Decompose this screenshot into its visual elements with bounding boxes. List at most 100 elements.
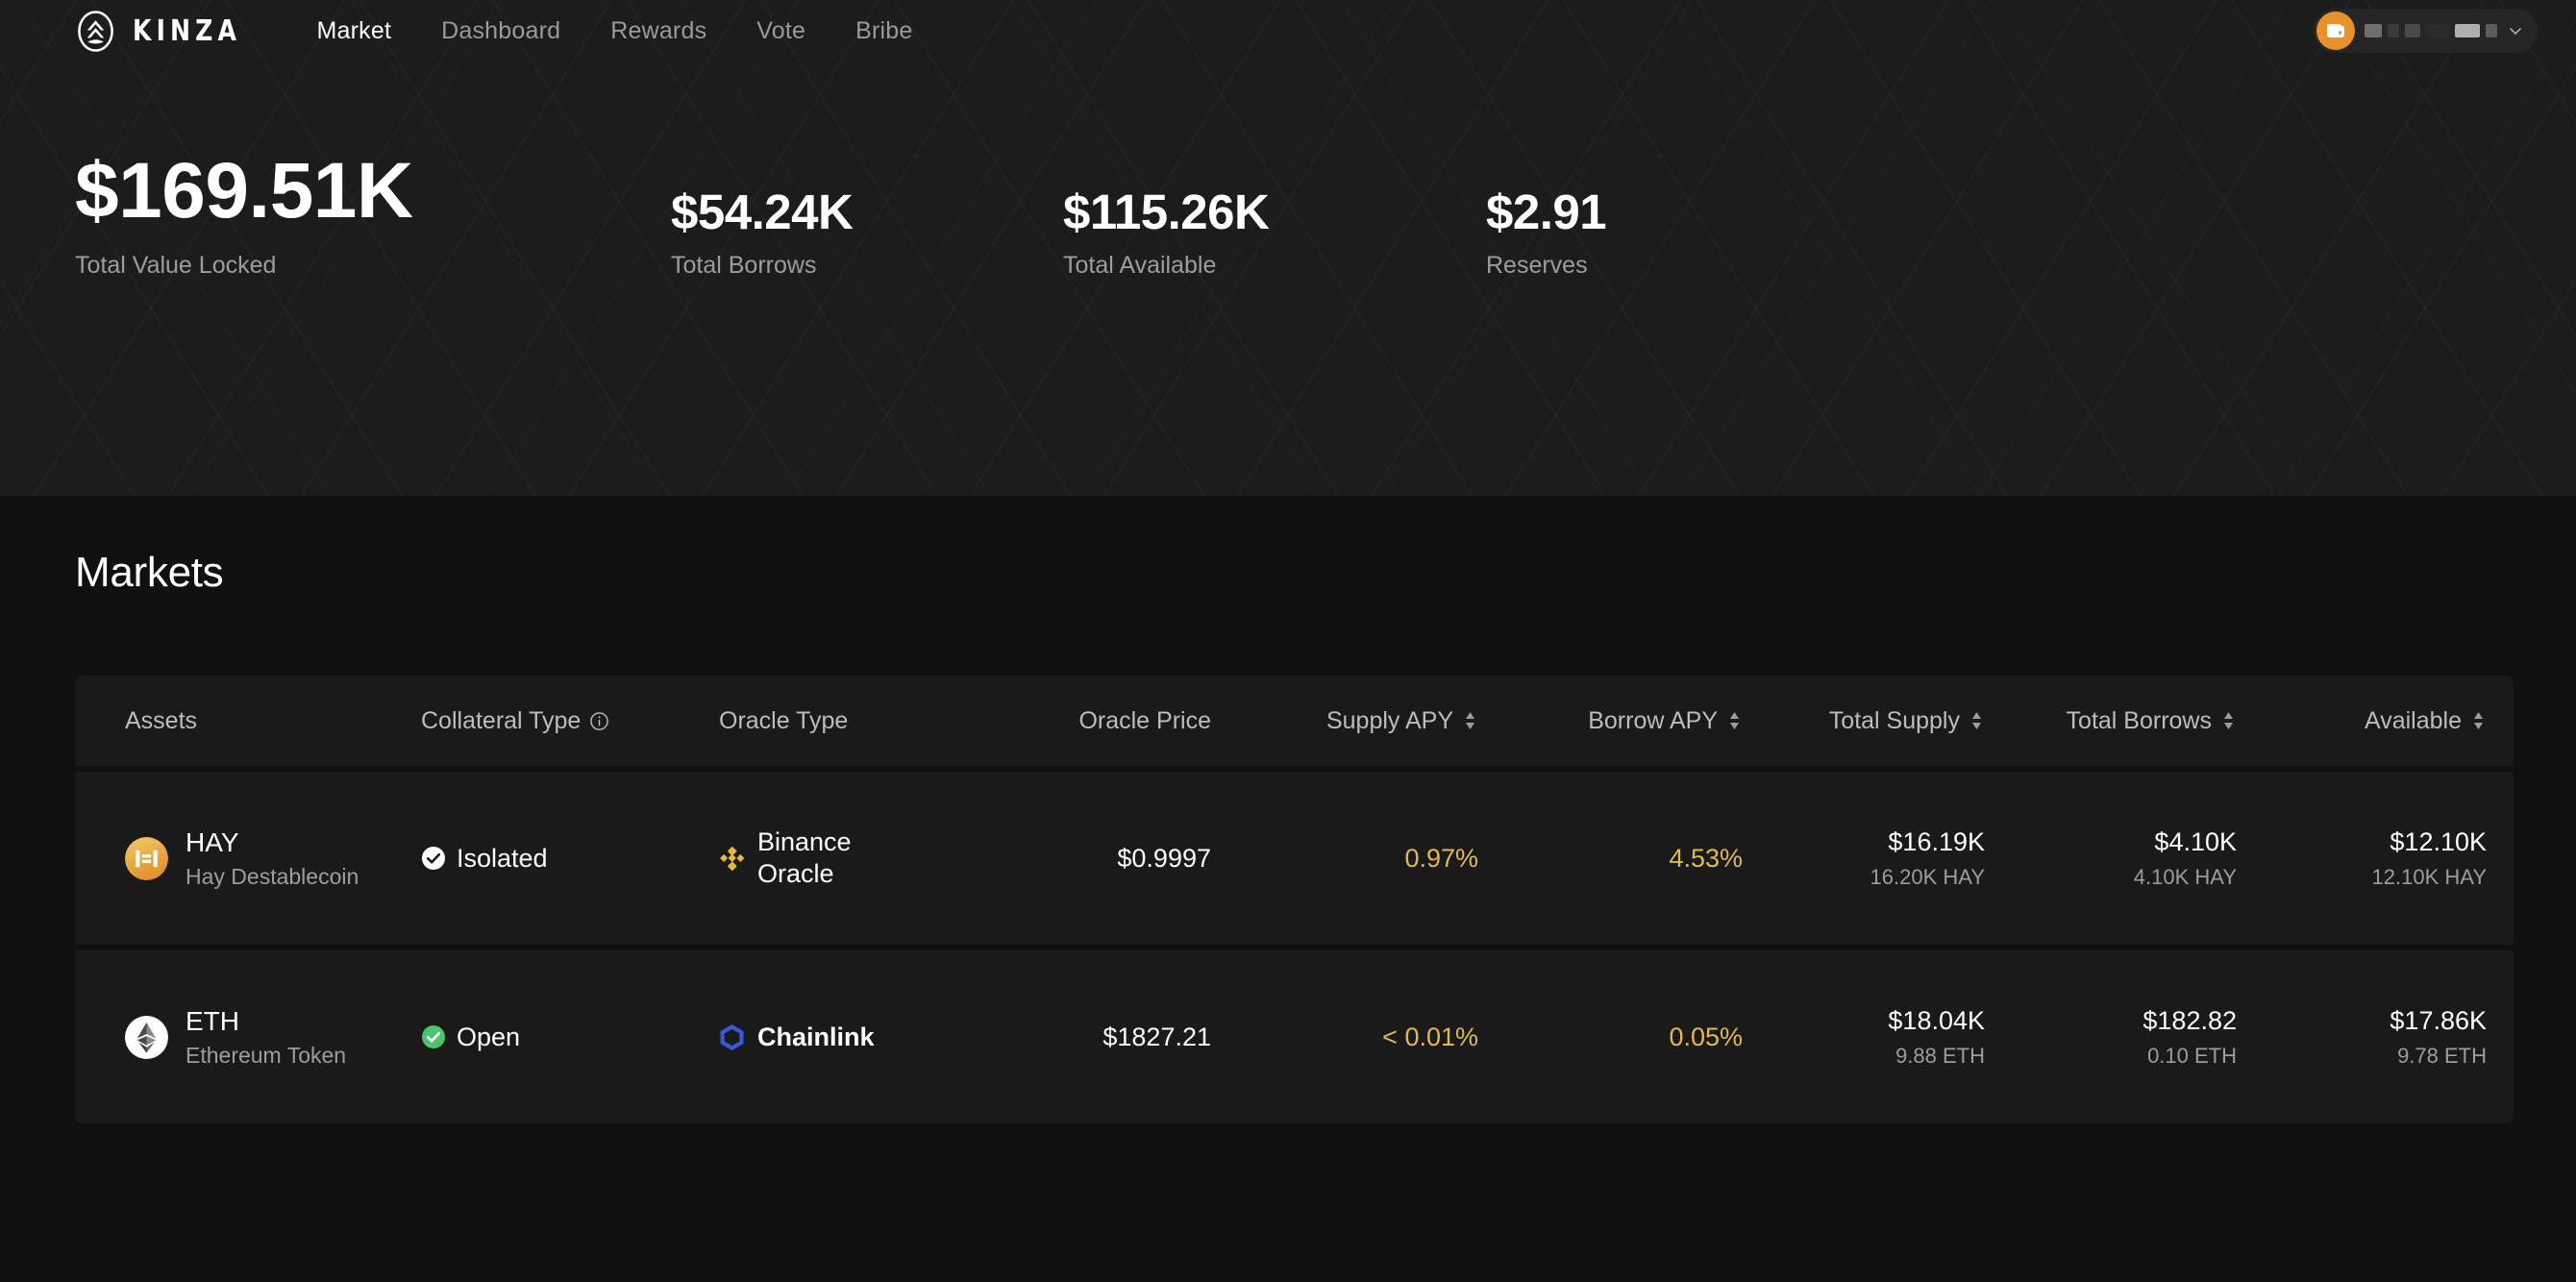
table-header-row: Assets Collateral Type Oracle Type Oracl… (75, 676, 2514, 766)
cell-asset: HAY Hay Destablecoin (75, 827, 421, 890)
column-label: Oracle Price (1078, 707, 1211, 735)
chainlink-icon (719, 1024, 745, 1050)
stat-value: $115.26K (1063, 187, 1486, 236)
cell-supply-apy: 0.97% (1238, 844, 1507, 874)
total-supply-usd: $16.19K (1888, 827, 1985, 857)
borrow-apy-value: 0.05% (1669, 1023, 1743, 1052)
stat-reserves: $2.91 Reserves (1486, 187, 1606, 280)
asset: ETH Ethereum Token (125, 1006, 346, 1069)
cell-total-supply: $16.19K 16.20K HAY (1771, 827, 2012, 890)
column-header-supply-apy[interactable]: Supply APY (1238, 707, 1507, 735)
nav-links: Market Dashboard Rewards Vote Bribe (317, 17, 913, 45)
cell-total-supply: $18.04K 9.88 ETH (1771, 1006, 2012, 1069)
column-header-assets: Assets (75, 707, 421, 735)
column-header-available[interactable]: Available (2264, 707, 2514, 735)
nav-link-vote[interactable]: Vote (756, 17, 805, 45)
status-badge: Isolated (421, 844, 548, 874)
info-icon[interactable] (589, 711, 609, 731)
stat-label: Total Value Locked (75, 252, 671, 280)
stat-total-value-locked: $169.51K Total Value Locked (75, 152, 671, 280)
available-native: 12.10K HAY (2372, 865, 2487, 890)
eth-coin-icon (125, 1016, 168, 1059)
total-borrows-native: 0.10 ETH (2147, 1044, 2237, 1069)
nav-link-market[interactable]: Market (317, 17, 392, 45)
column-header-collateral-type: Collateral Type (421, 707, 719, 735)
asset-symbol: HAY (186, 827, 359, 858)
nav-link-rewards[interactable]: Rewards (610, 17, 706, 45)
cell-collateral-type: Open (421, 1023, 719, 1052)
sort-icon[interactable] (2470, 710, 2487, 731)
nav-link-bribe[interactable]: Bribe (855, 17, 912, 45)
total-borrows-usd: $182.82 (2143, 1006, 2237, 1036)
oracle-price-value: $0.9997 (1117, 844, 1211, 874)
column-label: Borrow APY (1588, 707, 1718, 735)
total-borrows-native: 4.10K HAY (2134, 865, 2237, 890)
stat-total-borrows: $54.24K Total Borrows (671, 187, 1063, 280)
stat-value: $54.24K (671, 187, 1063, 236)
borrow-apy-value: 4.53% (1669, 844, 1743, 874)
column-label: Supply APY (1326, 707, 1453, 735)
available-usd: $12.10K (2390, 827, 2487, 857)
kinza-logo-icon (75, 11, 116, 52)
asset-name: Hay Destablecoin (186, 864, 359, 890)
brand-name: KINZA (133, 14, 241, 48)
stat-total-available: $115.26K Total Available (1063, 187, 1486, 280)
wallet-button[interactable] (2314, 9, 2538, 53)
top-navbar: KINZA Market Dashboard Rewards Vote Brib… (0, 0, 2576, 62)
table-row[interactable]: ETH Ethereum Token Open (75, 950, 2514, 1123)
brand[interactable]: KINZA (75, 11, 250, 52)
wallet-address-redacted (2365, 18, 2497, 43)
check-circle-white-icon (421, 846, 446, 871)
sort-icon[interactable] (1726, 710, 1743, 731)
nav-link-dashboard[interactable]: Dashboard (441, 17, 560, 45)
oracle-label: Binance Oracle (757, 826, 887, 890)
asset-text: ETH Ethereum Token (186, 1006, 346, 1069)
asset-symbol: ETH (186, 1006, 346, 1037)
stat-label: Total Borrows (671, 252, 1063, 280)
cell-total-borrows: $182.82 0.10 ETH (2012, 1006, 2264, 1069)
table-row[interactable]: HAY Hay Destablecoin Isolated (75, 772, 2514, 945)
column-header-borrow-apy[interactable]: Borrow APY (1507, 707, 1771, 735)
binance-oracle-icon (719, 846, 745, 872)
cell-oracle-price: $0.9997 (978, 844, 1238, 874)
cell-asset: ETH Ethereum Token (75, 1006, 421, 1069)
cell-borrow-apy: 4.53% (1507, 844, 1771, 874)
sort-icon[interactable] (1969, 710, 1985, 731)
markets-table: Assets Collateral Type Oracle Type Oracl… (75, 676, 2514, 1123)
cell-total-borrows: $4.10K 4.10K HAY (2012, 827, 2264, 890)
stat-label: Reserves (1486, 252, 1606, 280)
available-usd: $17.86K (2390, 1006, 2487, 1036)
asset: HAY Hay Destablecoin (125, 827, 359, 890)
asset-name: Ethereum Token (186, 1043, 346, 1069)
cell-oracle-type: Chainlink (719, 1022, 978, 1053)
sort-icon[interactable] (2220, 710, 2237, 731)
oracle: Chainlink (719, 1022, 875, 1053)
stat-value: $2.91 (1486, 187, 1606, 236)
column-label: Oracle Type (719, 707, 848, 735)
column-label: Total Borrows (2067, 707, 2212, 735)
stat-label: Total Available (1063, 252, 1486, 280)
chevron-down-icon[interactable] (2507, 22, 2524, 39)
cell-supply-apy: < 0.01% (1238, 1023, 1507, 1052)
hero-stats: $169.51K Total Value Locked $54.24K Tota… (0, 62, 2576, 280)
asset-text: HAY Hay Destablecoin (186, 827, 359, 890)
column-header-total-borrows[interactable]: Total Borrows (2012, 707, 2264, 735)
status-badge: Open (421, 1023, 520, 1052)
column-label: Total Supply (1829, 707, 1960, 735)
sort-icon[interactable] (1462, 710, 1478, 731)
supply-apy-value: 0.97% (1404, 844, 1478, 874)
stat-value: $169.51K (75, 152, 671, 231)
oracle-price-value: $1827.21 (1102, 1023, 1211, 1052)
cell-borrow-apy: 0.05% (1507, 1023, 1771, 1052)
hay-coin-icon (125, 837, 168, 880)
badge-label: Open (457, 1023, 520, 1052)
cell-available: $17.86K 9.78 ETH (2264, 1006, 2514, 1069)
check-circle-green-icon (421, 1024, 446, 1049)
badge-label: Isolated (457, 844, 548, 874)
column-header-total-supply[interactable]: Total Supply (1771, 707, 2012, 735)
cell-collateral-type: Isolated (421, 844, 719, 874)
total-borrows-usd: $4.10K (2154, 827, 2237, 857)
supply-apy-value: < 0.01% (1382, 1023, 1478, 1052)
page-title: Markets (0, 496, 2576, 597)
available-native: 9.78 ETH (2397, 1044, 2487, 1069)
